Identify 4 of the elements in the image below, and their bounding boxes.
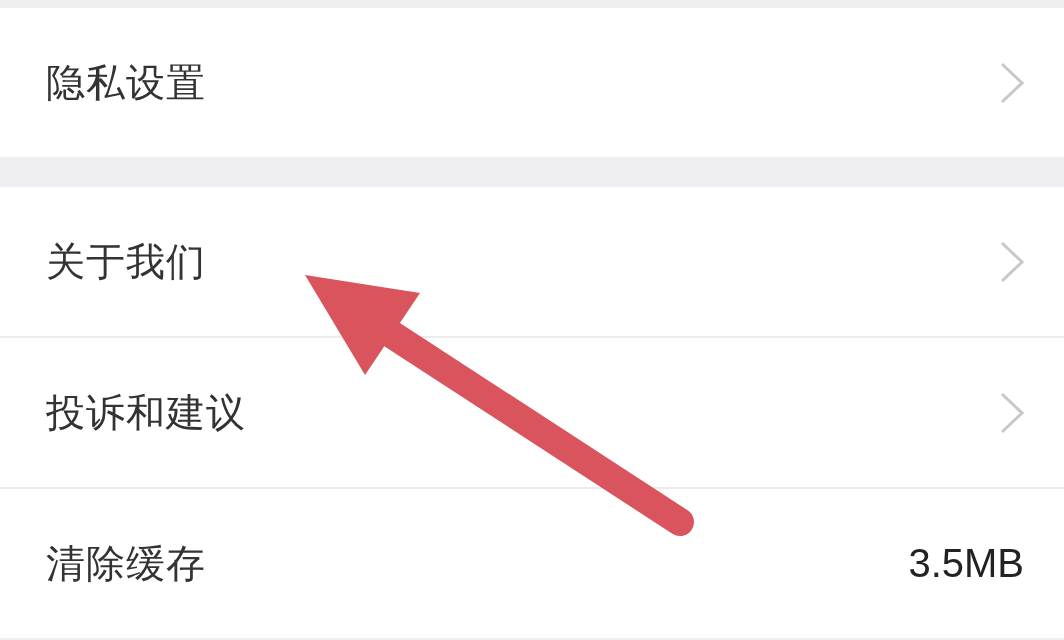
chevron-right-icon xyxy=(1000,61,1024,104)
chevron-right-icon xyxy=(1000,240,1024,283)
cache-size-text: 3.5MB xyxy=(908,541,1024,586)
chevron-right-icon xyxy=(1000,391,1024,434)
